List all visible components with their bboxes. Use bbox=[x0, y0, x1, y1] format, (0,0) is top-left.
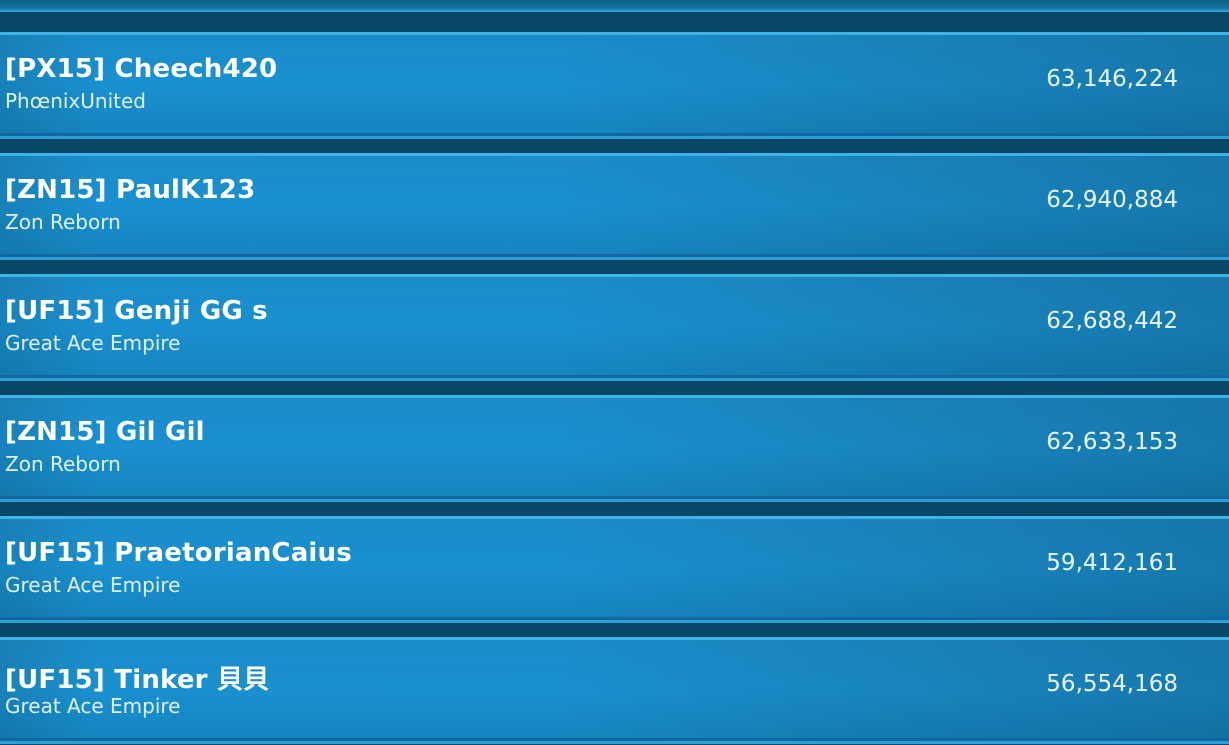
leaderboard-row[interactable]: [UF15] Genji GG s Great Ace Empire 62,68… bbox=[0, 274, 1229, 381]
player-score: 56,554,168 bbox=[1046, 671, 1178, 697]
row-separator bbox=[0, 12, 1229, 32]
row-separator bbox=[0, 260, 1229, 274]
row-separator bbox=[0, 502, 1229, 516]
player-name: [ZN15] Gil Gil bbox=[5, 417, 205, 447]
player-name: [ZN15] PaulK123 bbox=[5, 175, 256, 205]
leaderboard-list[interactable]: [PX15] Cheech420 PhœnixUnited 63,146,224… bbox=[0, 0, 1229, 745]
header-strip bbox=[0, 0, 1229, 12]
row-separator bbox=[0, 139, 1229, 153]
player-name: [UF15] PraetorianCaius bbox=[5, 538, 352, 568]
alliance-name: Zon Reborn bbox=[5, 210, 121, 234]
leaderboard-row[interactable]: [PX15] Cheech420 PhœnixUnited 63,146,224 bbox=[0, 32, 1229, 139]
player-name: [UF15] Genji GG s bbox=[5, 296, 268, 326]
alliance-name: Great Ace Empire bbox=[5, 694, 181, 718]
leaderboard-row[interactable]: [ZN15] PaulK123 Zon Reborn 62,940,884 bbox=[0, 153, 1229, 260]
leaderboard-row[interactable]: [ZN15] Gil Gil Zon Reborn 62,633,153 bbox=[0, 395, 1229, 502]
alliance-name: Great Ace Empire bbox=[5, 331, 181, 355]
player-score: 63,146,224 bbox=[1046, 66, 1178, 92]
row-separator bbox=[0, 623, 1229, 637]
player-name: [PX15] Cheech420 bbox=[5, 54, 278, 84]
player-score: 62,633,153 bbox=[1046, 429, 1178, 455]
leaderboard-row[interactable]: [UF15] Tinker 貝貝 Great Ace Empire 56,554… bbox=[0, 637, 1229, 744]
player-name: [UF15] Tinker 貝貝 bbox=[5, 665, 270, 695]
alliance-name: PhœnixUnited bbox=[5, 89, 146, 113]
alliance-name: Great Ace Empire bbox=[5, 573, 181, 597]
alliance-name: Zon Reborn bbox=[5, 452, 121, 476]
player-score: 59,412,161 bbox=[1046, 550, 1178, 576]
player-score: 62,940,884 bbox=[1046, 187, 1178, 213]
player-score: 62,688,442 bbox=[1046, 308, 1178, 334]
leaderboard-row[interactable]: [UF15] PraetorianCaius Great Ace Empire … bbox=[0, 516, 1229, 623]
row-separator bbox=[0, 381, 1229, 395]
